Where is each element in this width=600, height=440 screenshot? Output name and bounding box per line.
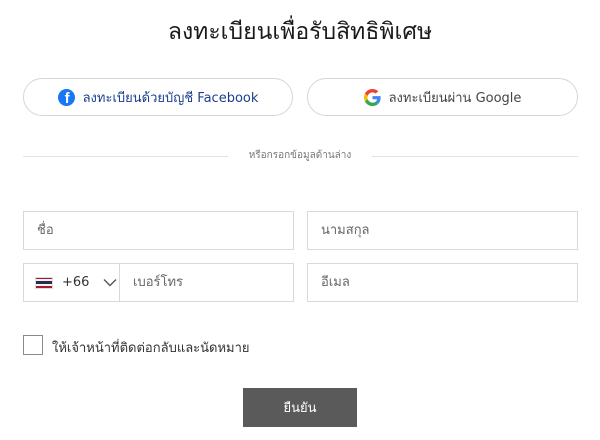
divider-right xyxy=(372,156,578,157)
country-code-select[interactable]: +66 xyxy=(23,263,120,302)
first-name-field[interactable] xyxy=(23,211,294,250)
country-code-value: +66 xyxy=(62,275,90,290)
email-field[interactable] xyxy=(307,263,578,302)
consent-label: ให้เจ้าหน้าที่ติดต่อกลับและนัดหมาย xyxy=(52,341,250,356)
divider-text: หรือกรอกข้อมูลด้านล่าง xyxy=(248,150,352,161)
thailand-flag-icon xyxy=(35,276,53,289)
divider-left xyxy=(23,156,228,157)
consent-checkbox[interactable] xyxy=(23,335,43,355)
phone-field[interactable] xyxy=(120,263,294,302)
facebook-register-label: ลงทะเบียนด้วยบัญชี Facebook xyxy=(82,90,259,106)
last-name-field[interactable] xyxy=(307,211,578,250)
google-icon xyxy=(363,88,381,106)
page-title: ลงทะเบียนเพื่อรับสิทธิพิเศษ xyxy=(167,19,433,45)
chevron-down-icon xyxy=(103,279,117,287)
google-register-label: ลงทะเบียนผ่าน Google xyxy=(388,90,522,106)
submit-button[interactable]: ยืนยัน xyxy=(243,388,357,427)
facebook-icon: f xyxy=(57,88,75,106)
facebook-register-button[interactable]: f ลงทะเบียนด้วยบัญชี Facebook xyxy=(23,78,293,116)
google-register-button[interactable]: ลงทะเบียนผ่าน Google xyxy=(307,78,578,116)
